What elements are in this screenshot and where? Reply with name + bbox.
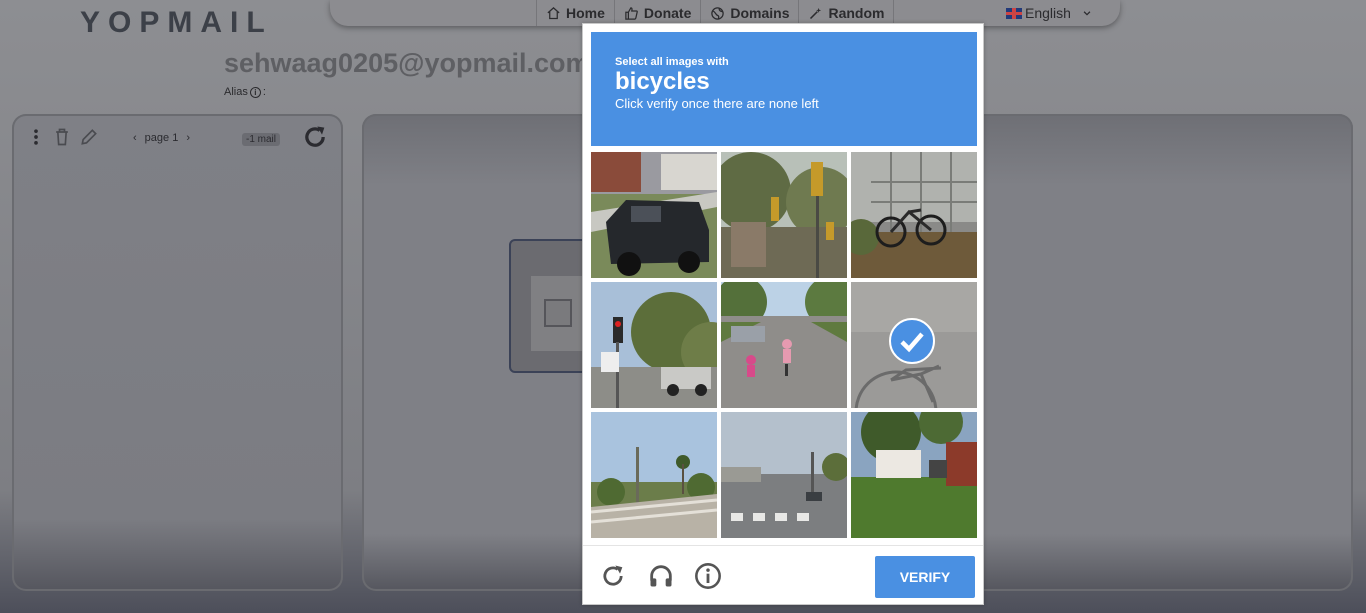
captcha-tile-2[interactable] bbox=[721, 152, 847, 278]
language-label: English bbox=[1025, 5, 1071, 21]
uk-flag-icon bbox=[1006, 7, 1022, 19]
mail-list-panel bbox=[12, 114, 343, 591]
reload-challenge-button[interactable] bbox=[598, 561, 628, 591]
suv-image bbox=[591, 152, 717, 278]
mail-count-badge: -1 mail bbox=[242, 133, 281, 146]
captcha-challenge: Select all images with bicycles Click ve… bbox=[582, 23, 984, 605]
help-button[interactable] bbox=[693, 561, 723, 591]
captcha-footer: VERIFY bbox=[583, 545, 983, 604]
info-icon bbox=[695, 563, 721, 589]
captcha-tile-5[interactable] bbox=[721, 282, 847, 408]
nav-donate-label: Donate bbox=[643, 5, 692, 21]
captcha-tile-1[interactable] bbox=[591, 152, 717, 278]
chevron-down-icon bbox=[1083, 11, 1091, 16]
alias-suffix: : bbox=[262, 86, 266, 98]
house-lawn-image bbox=[851, 412, 977, 538]
audio-challenge-button[interactable] bbox=[646, 561, 676, 591]
crosswalk-intersection-image bbox=[721, 412, 847, 538]
compose-button[interactable] bbox=[79, 127, 99, 147]
inbox-email-address: sehwaag0205@yopmail.com bbox=[224, 48, 590, 78]
pagination: ‹ page 1 › bbox=[133, 132, 190, 144]
nav-random-label: Random bbox=[828, 5, 885, 21]
captcha-tile-8[interactable] bbox=[721, 412, 847, 538]
verify-button[interactable]: VERIFY bbox=[875, 556, 975, 598]
traffic-light-truck-image bbox=[591, 282, 717, 408]
info-icon[interactable]: i bbox=[249, 86, 261, 98]
page-label: page 1 bbox=[144, 132, 179, 144]
cyclists-road-image bbox=[721, 282, 847, 408]
nav-domains-label: Domains bbox=[730, 5, 790, 21]
captcha-tile-6[interactable] bbox=[851, 282, 977, 408]
headphones-icon bbox=[650, 565, 672, 587]
home-icon bbox=[547, 6, 560, 19]
more-options-button[interactable] bbox=[26, 127, 46, 147]
globe-icon bbox=[711, 6, 725, 20]
captcha-hint: Click verify once there are none left bbox=[615, 96, 819, 112]
captcha-header: Select all images with bicycles Click ve… bbox=[591, 32, 977, 146]
refresh-icon bbox=[305, 126, 325, 147]
palm-trees-fence-image bbox=[591, 412, 717, 538]
captcha-target: bicycles bbox=[615, 68, 710, 95]
captcha-tile-7[interactable] bbox=[591, 412, 717, 538]
trash-icon bbox=[56, 128, 68, 146]
traffic-lights-image bbox=[721, 152, 847, 278]
reload-icon bbox=[603, 565, 623, 586]
next-page-icon[interactable]: › bbox=[186, 132, 190, 144]
yopmail-logo[interactable]: YOPMAIL bbox=[80, 6, 273, 40]
selected-checkmark-icon bbox=[889, 318, 935, 364]
pencil-icon bbox=[81, 129, 97, 145]
captcha-tile-9[interactable] bbox=[851, 412, 977, 538]
captcha-instruction: Select all images with bbox=[615, 56, 729, 68]
delete-button[interactable] bbox=[52, 127, 72, 147]
recaptcha-checkbox[interactable] bbox=[544, 299, 572, 327]
nav-home-label: Home bbox=[566, 5, 605, 21]
captcha-tile-3[interactable] bbox=[851, 152, 977, 278]
alias-row: Alias i : bbox=[224, 86, 266, 98]
magic-wand-icon bbox=[810, 7, 822, 19]
captcha-tile-4[interactable] bbox=[591, 282, 717, 408]
refresh-inbox-button[interactable] bbox=[301, 123, 329, 156]
previous-page-icon[interactable]: ‹ bbox=[133, 132, 137, 144]
bicycles-fence-image bbox=[851, 152, 977, 278]
thumbs-up-icon bbox=[625, 6, 638, 20]
alias-label: Alias bbox=[224, 86, 248, 98]
vertical-dots-icon bbox=[34, 129, 38, 145]
language-select[interactable]: English bbox=[1003, 2, 1094, 24]
